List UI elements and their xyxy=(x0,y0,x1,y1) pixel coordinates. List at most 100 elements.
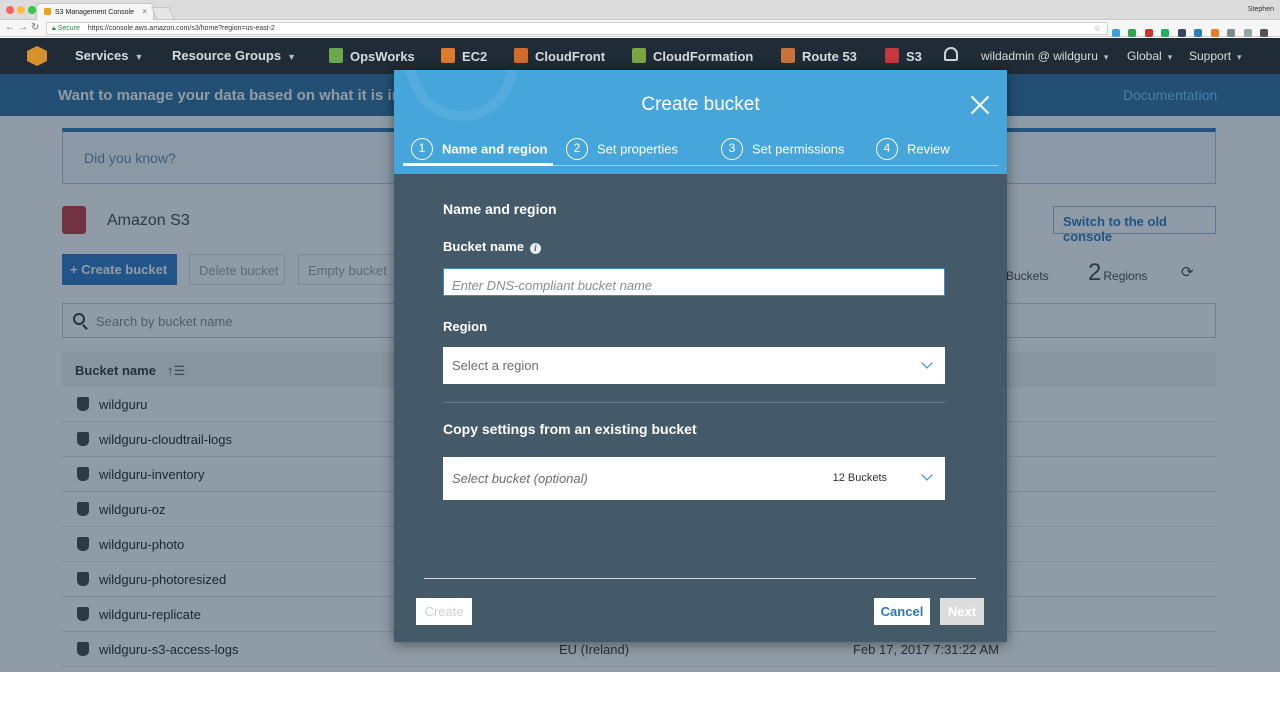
info-icon[interactable]: i xyxy=(529,243,541,254)
ec2-icon xyxy=(441,48,455,63)
create-button[interactable]: Create xyxy=(416,598,472,625)
extension-icon[interactable] xyxy=(1194,29,1203,37)
extension-icon[interactable] xyxy=(1177,29,1186,37)
extension-icon[interactable] xyxy=(1243,29,1252,37)
chevron-down-icon: ▾ xyxy=(1167,52,1173,62)
minimize-window-button[interactable] xyxy=(17,6,25,14)
shortcut-opsworks[interactable]: OpsWorks xyxy=(329,48,415,64)
url-text: https://console.aws.amazon.com/s3/home?r… xyxy=(87,25,275,32)
extension-icon[interactable] xyxy=(1144,29,1153,37)
opsworks-icon xyxy=(329,48,343,63)
cloudfront-icon xyxy=(514,48,528,63)
route53-icon xyxy=(781,48,795,63)
shortcut-label: CloudFront xyxy=(535,49,606,64)
region-label: Region xyxy=(443,319,488,334)
bucket-count: 12 Buckets xyxy=(832,472,887,484)
region-label: Global xyxy=(1127,49,1162,63)
notifications-bell-icon[interactable] xyxy=(944,47,958,61)
extension-icon[interactable] xyxy=(1161,29,1170,37)
shortcut-ec2[interactable]: EC2 xyxy=(441,48,487,64)
account-label: wildadmin @ wildguru xyxy=(981,49,1098,63)
chevron-down-icon: ▼ xyxy=(287,52,297,62)
wizard-steps: 1 Name and region 2 Set properties 3 Set pe… xyxy=(394,138,1007,164)
aws-top-nav: Services ▼ Resource Groups ▼ OpsWorks EC2 … xyxy=(0,38,1280,74)
lock-icon: 🔒︎ xyxy=(52,25,56,32)
copy-bucket-select-value: Select bucket (optional) xyxy=(452,471,588,486)
browser-menu-icon[interactable] xyxy=(1260,29,1269,37)
copy-settings-title: Copy settings from an existing bucket xyxy=(443,421,697,437)
section-divider xyxy=(443,402,945,403)
chevron-down-icon xyxy=(921,469,933,481)
shortcut-cloudformation[interactable]: CloudFormation xyxy=(632,48,753,64)
services-menu[interactable]: Services ▼ xyxy=(75,48,143,63)
bucket-name-label: Bucket name i xyxy=(443,239,541,254)
new-tab-button[interactable] xyxy=(151,7,175,19)
browser-tab-bar: S3 Management Console × Stephen xyxy=(0,0,1280,20)
bookmark-star-icon[interactable]: ☆ xyxy=(1094,24,1101,33)
region-select[interactable]: Select a region xyxy=(443,347,945,384)
step-number: 4 xyxy=(876,138,898,160)
forward-arrow-icon[interactable]: → xyxy=(18,22,28,33)
create-bucket-dialog: Create bucket 1 Name and region 2 Set prop… xyxy=(394,70,1007,642)
copy-bucket-select[interactable]: Select bucket (optional) 12 Buckets xyxy=(443,457,945,500)
chevron-down-icon xyxy=(921,357,933,369)
bucket-name-label-text: Bucket name xyxy=(443,239,524,254)
chevron-down-icon: ▾ xyxy=(1103,52,1109,62)
step-label: Set properties xyxy=(597,141,678,157)
dialog-title: Create bucket xyxy=(641,94,760,115)
resource-groups-label: Resource Groups xyxy=(172,48,282,63)
step-number: 1 xyxy=(411,138,433,160)
cancel-button[interactable]: Cancel xyxy=(874,598,930,625)
chevron-down-icon: ▼ xyxy=(134,52,144,62)
step-label: Name and region xyxy=(442,141,548,157)
back-arrow-icon[interactable]: ← xyxy=(5,22,15,33)
tab-close-icon[interactable]: × xyxy=(142,7,147,16)
screen: S3 Management Console × Stephen ← → ↻ 🔒︎… xyxy=(0,0,1280,720)
address-bar[interactable]: 🔒︎ Secure https://console.aws.amazon.com… xyxy=(46,22,1108,35)
extension-icon[interactable] xyxy=(1227,29,1236,37)
resource-groups-menu[interactable]: Resource Groups ▼ xyxy=(172,48,296,63)
step-number: 3 xyxy=(721,138,743,160)
close-icon[interactable] xyxy=(970,95,990,115)
browser-tab[interactable]: S3 Management Console × xyxy=(36,3,154,20)
browser-profile-name[interactable]: Stephen xyxy=(1248,6,1274,13)
shortcut-label: S3 xyxy=(906,49,922,64)
bucket-name-input[interactable] xyxy=(443,268,945,296)
services-label: Services xyxy=(75,48,129,63)
region-menu[interactable]: Global ▾ xyxy=(1127,49,1172,63)
step-set-permissions[interactable]: 3 Set permissions xyxy=(721,138,844,160)
step-label: Review xyxy=(907,141,950,157)
support-label: Support xyxy=(1189,49,1232,63)
page-bottom-area xyxy=(0,672,1280,720)
shortcut-label: OpsWorks xyxy=(350,49,415,64)
close-window-button[interactable] xyxy=(6,6,14,14)
region-select-value: Select a region xyxy=(452,358,539,373)
shortcut-label: Route 53 xyxy=(802,49,857,64)
s3-icon xyxy=(885,48,899,63)
support-menu[interactable]: Support ▾ xyxy=(1189,49,1242,63)
tab-title: S3 Management Console xyxy=(55,9,134,16)
reload-icon[interactable]: ↻ xyxy=(31,22,39,33)
step-number: 2 xyxy=(566,138,588,160)
section-title: Name and region xyxy=(443,201,557,217)
cloudformation-icon xyxy=(632,48,646,63)
chevron-down-icon: ▾ xyxy=(1237,52,1242,62)
extension-icon[interactable] xyxy=(1112,29,1120,37)
account-menu[interactable]: wildadmin @ wildguru ▾ xyxy=(981,49,1108,63)
shortcut-route53[interactable]: Route 53 xyxy=(781,48,857,64)
dialog-header: Create bucket 1 Name and region 2 Set prop… xyxy=(394,70,1007,174)
shortcut-cloudfront[interactable]: CloudFront xyxy=(514,48,605,64)
shortcut-label: CloudFormation xyxy=(653,49,754,64)
secure-label: Secure xyxy=(57,25,80,32)
extension-icon[interactable] xyxy=(1210,29,1219,37)
footer-divider xyxy=(424,578,976,579)
next-button[interactable]: Next xyxy=(940,598,984,625)
step-name-and-region[interactable]: 1 Name and region xyxy=(411,138,547,160)
active-step-indicator xyxy=(403,163,553,166)
step-set-properties[interactable]: 2 Set properties xyxy=(566,138,678,160)
step-review[interactable]: 4 Review xyxy=(876,138,950,160)
zoom-window-button[interactable] xyxy=(28,6,36,14)
shortcut-s3[interactable]: S3 xyxy=(885,48,922,64)
browser-toolbar: ← → ↻ 🔒︎ Secure https://console.aws.amaz… xyxy=(0,20,1280,37)
extension-icon[interactable] xyxy=(1128,29,1137,37)
